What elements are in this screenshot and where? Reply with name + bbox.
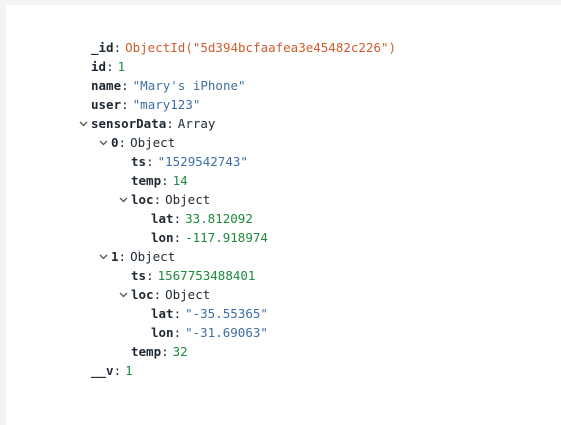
field-value-string[interactable]: "Mary's iPhone" — [133, 76, 246, 95]
field-key: user — [91, 97, 122, 112]
array-item-0: 0: Object — [111, 135, 176, 150]
field-key: lat — [151, 211, 174, 226]
field-key: loc — [131, 287, 154, 302]
chevron-down-icon[interactable] — [79, 119, 88, 128]
field-key: temp — [131, 344, 162, 359]
field-value-number[interactable]: -117.918974 — [185, 228, 268, 247]
field-key: id — [91, 59, 107, 74]
field-key: 0 — [111, 135, 119, 150]
field-value-number[interactable]: 32 — [173, 342, 188, 361]
field-row-temp: temp: 14 — [131, 171, 188, 190]
field-value-string[interactable]: "-31.69063" — [185, 323, 268, 342]
field-row-ts: ts: 1567753488401 — [131, 266, 256, 285]
field-value-string[interactable]: "mary123" — [133, 95, 201, 114]
field-value-objectid[interactable]: ObjectId("5d394bcfaafea3e45482c226") — [125, 38, 396, 57]
field-key: __v — [91, 363, 114, 378]
field-row-lon: lon: "-31.69063" — [151, 323, 268, 342]
field-key: ts — [131, 154, 147, 169]
field-row-ts: ts: "1529542743" — [131, 152, 248, 171]
field-key: ts — [131, 268, 147, 283]
field-key: _id — [91, 40, 114, 55]
field-key: lon — [151, 230, 174, 245]
chevron-down-icon[interactable] — [99, 252, 108, 261]
field-row-name: name: "Mary's iPhone" — [91, 76, 246, 95]
field-value-string[interactable]: "-35.55365" — [185, 304, 268, 323]
field-row-temp: temp: 32 — [131, 342, 188, 361]
field-type-object: Object — [130, 135, 176, 150]
field-value-number[interactable]: 1567753488401 — [158, 266, 256, 285]
field-key: name — [91, 78, 122, 93]
field-row-id: id: 1 — [91, 57, 126, 76]
field-type-object: Object — [165, 192, 211, 207]
field-value-number[interactable]: 14 — [173, 171, 188, 190]
chevron-down-icon[interactable] — [119, 195, 128, 204]
field-key: lon — [151, 325, 174, 340]
field-value-number[interactable]: 1 — [118, 57, 126, 76]
field-key: lat — [151, 306, 174, 321]
field-row-__v: __v: 1 — [91, 361, 133, 380]
field-key: sensorData — [91, 116, 167, 131]
field-type-object: Object — [130, 249, 176, 264]
field-row-lat: lat: "-35.55365" — [151, 304, 268, 323]
field-value-number[interactable]: 33.812092 — [185, 209, 253, 228]
chevron-down-icon[interactable] — [99, 138, 108, 147]
array-item-1: 1: Object — [111, 249, 176, 264]
field-row-loc: loc: Object — [131, 192, 211, 207]
field-row-lon: lon: -117.918974 — [151, 228, 268, 247]
field-row-_id: _id: ObjectId("5d394bcfaafea3e45482c226"… — [91, 38, 397, 57]
field-row-loc: loc: Object — [131, 287, 211, 302]
field-value-string[interactable]: "1529542743" — [158, 152, 248, 171]
field-key: temp — [131, 173, 162, 188]
field-type-array: Array — [177, 116, 216, 131]
field-value-number[interactable]: 1 — [125, 361, 133, 380]
chevron-down-icon[interactable] — [119, 290, 128, 299]
document-viewer: _id: ObjectId("5d394bcfaafea3e45482c226"… — [6, 5, 561, 425]
field-key: 1 — [111, 249, 119, 264]
field-row-sensordata: sensorData: Array — [91, 116, 216, 131]
field-row-lat: lat: 33.812092 — [151, 209, 253, 228]
field-row-user: user: "mary123" — [91, 95, 201, 114]
field-type-object: Object — [165, 287, 211, 302]
field-key: loc — [131, 192, 154, 207]
